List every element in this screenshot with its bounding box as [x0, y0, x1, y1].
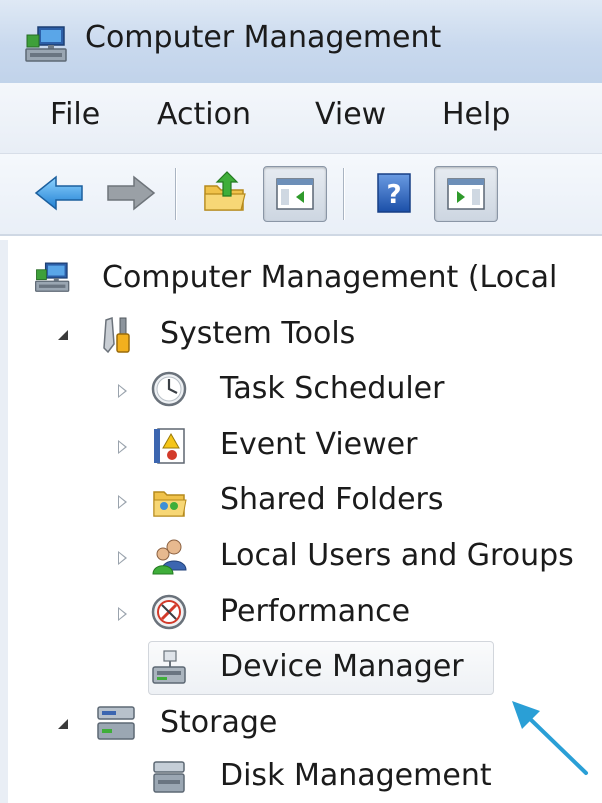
tree-item-local-users-and-groups[interactable]: Local Users and Groups	[110, 532, 602, 584]
tree-item-shared-folders[interactable]: Shared Folders	[110, 476, 602, 528]
computer-management-window: Computer Management File Action View Hel…	[0, 0, 602, 803]
tree-item-label: System Tools	[160, 316, 356, 351]
tree-item-label: Computer Management (Local	[102, 260, 558, 295]
help-button[interactable]: ?	[368, 166, 424, 220]
up-one-level-button[interactable]	[195, 166, 255, 220]
tree-item-device-manager[interactable]: Device Manager	[110, 643, 494, 695]
tree-item-system-tools[interactable]: System Tools	[50, 310, 602, 362]
expanded-arrow-icon[interactable]	[58, 330, 68, 340]
toolbar-separator	[175, 168, 177, 220]
device-manager-icon	[152, 650, 186, 684]
computer-management-icon	[25, 26, 67, 62]
tree-item-computer-management[interactable]: Computer Management (Local	[30, 254, 602, 306]
forward-arrow-icon	[107, 175, 156, 211]
console-tree-icon	[276, 178, 314, 210]
up-folder-icon	[204, 171, 246, 211]
toolbar: ?	[0, 154, 602, 236]
tree-item-label: Local Users and Groups	[220, 538, 574, 573]
forward-button[interactable]	[100, 166, 160, 220]
tree-item-label: Shared Folders	[220, 482, 444, 517]
show-hide-console-tree-button[interactable]	[263, 166, 327, 222]
back-button[interactable]	[30, 166, 90, 220]
tree-item-label: Device Manager	[220, 649, 464, 684]
storage-icon	[97, 706, 135, 740]
show-hide-action-pane-button[interactable]	[434, 166, 498, 222]
users-icon	[152, 539, 187, 575]
toolbar-separator	[343, 168, 345, 220]
tree-item-task-scheduler[interactable]: Task Scheduler	[110, 365, 602, 417]
clock-icon	[151, 371, 187, 407]
tree-item-label: Performance	[220, 594, 411, 629]
computer-management-icon	[35, 262, 70, 292]
shared-folder-icon	[153, 491, 187, 517]
action-pane-icon	[447, 178, 485, 210]
collapsed-arrow-icon[interactable]	[118, 607, 127, 621]
tree-item-performance[interactable]: Performance	[110, 588, 602, 640]
help-icon: ?	[377, 173, 411, 213]
event-log-icon	[154, 428, 185, 464]
collapsed-arrow-icon[interactable]	[118, 440, 127, 454]
tree-item-label: Disk Management	[220, 758, 492, 793]
tree-item-label: Storage	[160, 705, 278, 740]
collapsed-arrow-icon[interactable]	[118, 551, 127, 565]
back-arrow-icon	[34, 175, 83, 211]
window-title: Computer Management	[85, 20, 442, 55]
gauge-icon	[151, 594, 187, 630]
menu-bar: File Action View Help	[0, 83, 602, 154]
svg-text:?: ?	[386, 180, 401, 210]
callout-arrow-icon	[512, 701, 588, 775]
disk-icon	[153, 761, 185, 793]
menu-action[interactable]: Action	[157, 97, 251, 132]
tree-item-label: Task Scheduler	[220, 371, 445, 406]
collapsed-arrow-icon[interactable]	[118, 384, 127, 398]
expanded-arrow-icon[interactable]	[58, 719, 68, 729]
menu-view[interactable]: View	[315, 97, 386, 132]
tree-item-event-viewer[interactable]: Event Viewer	[110, 421, 602, 473]
menu-help[interactable]: Help	[442, 97, 510, 132]
tree-item-label: Event Viewer	[220, 427, 418, 462]
title-bar: Computer Management	[0, 0, 602, 83]
tools-icon	[103, 316, 130, 354]
collapsed-arrow-icon[interactable]	[118, 495, 127, 509]
menu-file[interactable]: File	[50, 97, 100, 132]
